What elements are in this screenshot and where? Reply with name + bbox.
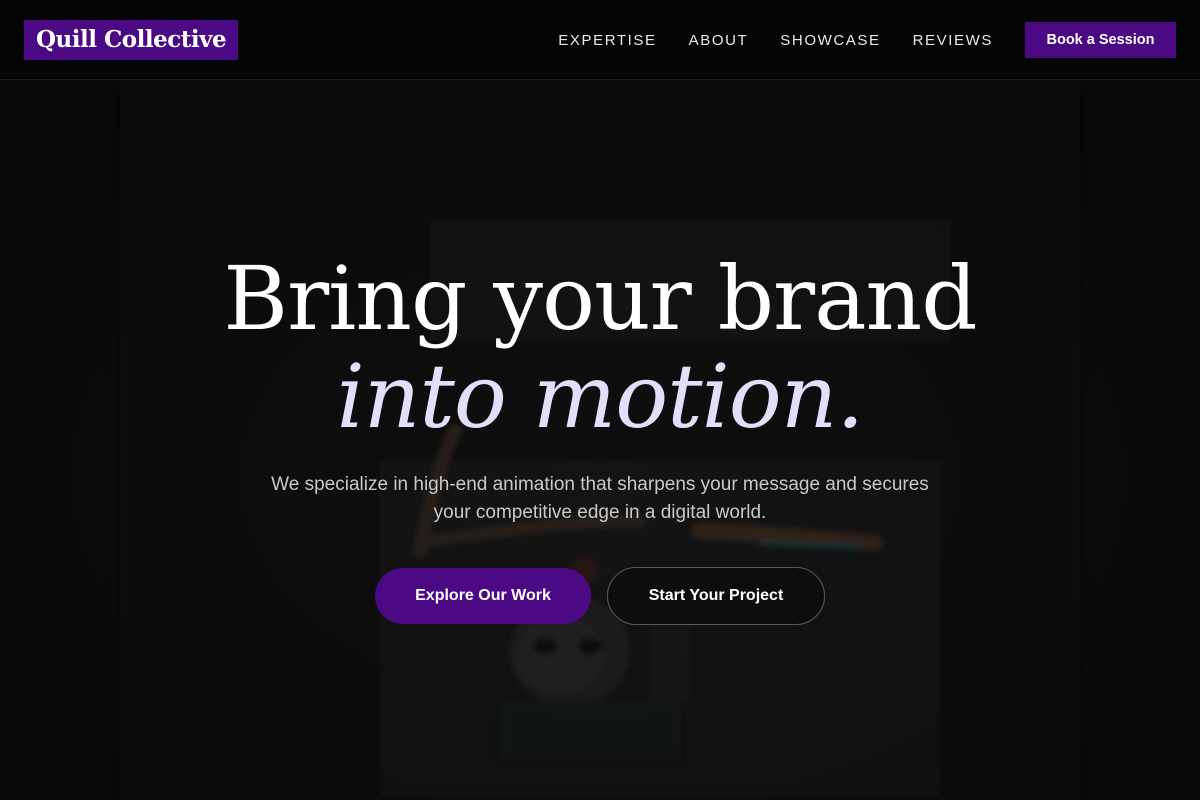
explore-work-button[interactable]: Explore Our Work [375, 568, 591, 624]
nav-link-expertise[interactable]: EXPERTISE [558, 32, 656, 49]
nav-link-about[interactable]: ABOUT [689, 32, 749, 49]
main-nav: EXPERTISE ABOUT SHOWCASE REVIEWS [558, 0, 993, 80]
hero-content: Bring your brand into motion. We special… [0, 81, 1200, 800]
hero-subtext: We specialize in high-end animation that… [271, 474, 929, 523]
logo[interactable]: Quill Collective [24, 20, 239, 60]
hero-section: Bring your brand into motion. We special… [0, 81, 1200, 800]
nav-link-reviews[interactable]: REVIEWS [913, 32, 993, 49]
hero-headline-italic: into motion. [336, 345, 865, 448]
book-session-button[interactable]: Book a Session [1025, 22, 1176, 58]
hero-headline: Bring your brand [223, 247, 977, 350]
start-project-button[interactable]: Start Your Project [607, 567, 825, 625]
page: Quill Collective EXPERTISE ABOUT SHOWCAS… [0, 0, 1200, 800]
site-header: Quill Collective EXPERTISE ABOUT SHOWCAS… [0, 0, 1200, 80]
nav-link-showcase[interactable]: SHOWCASE [780, 32, 880, 49]
